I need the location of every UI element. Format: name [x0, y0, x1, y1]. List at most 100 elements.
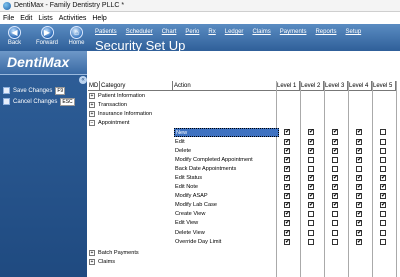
category-row[interactable]: + Insurance Information: [88, 110, 400, 119]
level3-checkbox[interactable]: ✔: [332, 174, 338, 181]
action-row[interactable]: Delete View ✔ ✔: [88, 229, 400, 238]
level2-checkbox[interactable]: [308, 156, 314, 163]
level5-checkbox[interactable]: ✔: [380, 202, 386, 209]
level1-checkbox[interactable]: ✔: [284, 193, 290, 200]
menu-help[interactable]: Help: [92, 15, 106, 22]
action-row[interactable]: New ✔ ✔ ✔ ✔: [88, 128, 400, 138]
level1-checkbox[interactable]: ✔: [284, 202, 290, 209]
level1-checkbox[interactable]: ✔: [284, 147, 290, 154]
category-row[interactable]: + Claims: [88, 258, 400, 267]
level2-checkbox[interactable]: ✔: [308, 147, 314, 154]
link-claims[interactable]: Claims: [252, 29, 270, 35]
level5-checkbox[interactable]: ✔: [380, 174, 386, 181]
level1-checkbox[interactable]: ✔: [284, 229, 290, 236]
link-reports[interactable]: Reports: [315, 29, 336, 35]
level2-checkbox[interactable]: [308, 211, 314, 218]
level3-checkbox[interactable]: ✔: [332, 202, 338, 209]
level4-checkbox[interactable]: ✔: [356, 156, 362, 163]
level5-checkbox[interactable]: [380, 129, 386, 136]
level1-checkbox[interactable]: ✔: [284, 156, 290, 163]
menu-lists[interactable]: Lists: [38, 15, 52, 22]
link-setup[interactable]: Setup: [345, 29, 361, 35]
action-row[interactable]: Edit Status ✔ ✔ ✔ ✔ ✔: [88, 174, 400, 183]
level3-checkbox[interactable]: [332, 220, 338, 227]
back-button[interactable]: ◀ Back: [1, 25, 28, 50]
level5-checkbox[interactable]: [380, 147, 386, 154]
level4-checkbox[interactable]: ✔: [356, 129, 362, 136]
level5-checkbox[interactable]: ✔: [380, 184, 386, 190]
level3-checkbox[interactable]: [332, 165, 338, 172]
level2-checkbox[interactable]: ✔: [308, 138, 314, 145]
level4-checkbox[interactable]: ✔: [356, 220, 362, 227]
level3-checkbox[interactable]: [332, 238, 338, 245]
link-scheduler[interactable]: Scheduler: [126, 29, 153, 35]
level5-checkbox[interactable]: [380, 229, 386, 236]
link-patients[interactable]: Patients: [95, 29, 117, 35]
level4-checkbox[interactable]: ✔: [356, 238, 362, 245]
level1-checkbox[interactable]: ✔: [284, 238, 290, 245]
menu-edit[interactable]: Edit: [20, 15, 32, 22]
link-perio[interactable]: Perio: [185, 29, 199, 35]
expand-icon[interactable]: +: [89, 102, 95, 109]
menu-activities[interactable]: Activities: [59, 15, 87, 22]
level1-checkbox[interactable]: ✔: [284, 138, 290, 145]
collapse-sidebar-icon[interactable]: «: [79, 76, 87, 84]
action-row[interactable]: Modify ASAP ✔ ✔ ✔ ✔ ✔: [88, 192, 400, 201]
category-row[interactable]: + Patient Information: [88, 92, 400, 101]
level4-checkbox[interactable]: ✔: [356, 211, 362, 218]
level2-checkbox[interactable]: [308, 238, 314, 245]
level2-checkbox[interactable]: ✔: [308, 184, 314, 190]
level3-checkbox[interactable]: [332, 211, 338, 218]
level4-checkbox[interactable]: ✔: [356, 147, 362, 154]
menu-file[interactable]: File: [3, 15, 14, 22]
action-row[interactable]: Back Date Appointments ✔: [88, 165, 400, 174]
action-row[interactable]: Override Day Limit ✔ ✔: [88, 238, 400, 247]
level4-checkbox[interactable]: ✔: [356, 229, 362, 236]
action-row[interactable]: Edit ✔ ✔ ✔ ✔: [88, 138, 400, 147]
level5-checkbox[interactable]: [380, 238, 386, 245]
level2-checkbox[interactable]: [308, 220, 314, 227]
home-button[interactable]: ⌂ Home: [63, 25, 90, 50]
level5-checkbox[interactable]: [380, 138, 386, 145]
level1-checkbox[interactable]: ✔: [284, 220, 290, 227]
category-row[interactable]: + Transaction: [88, 101, 400, 110]
level5-checkbox[interactable]: [380, 165, 386, 172]
action-row[interactable]: Modify Completed Appointment ✔ ✔: [88, 156, 400, 165]
action-row[interactable]: Delete ✔ ✔ ✔ ✔: [88, 147, 400, 156]
level5-checkbox[interactable]: [380, 211, 386, 218]
level1-checkbox[interactable]: ✔: [284, 165, 290, 172]
level1-checkbox[interactable]: ✔: [284, 174, 290, 181]
level5-checkbox[interactable]: ✔: [380, 193, 386, 200]
level4-checkbox[interactable]: ✔: [356, 184, 362, 190]
level1-checkbox[interactable]: ✔: [284, 129, 290, 136]
action-row[interactable]: Edit Note ✔ ✔ ✔ ✔ ✔: [88, 183, 400, 192]
level3-checkbox[interactable]: ✔: [332, 184, 338, 190]
level2-checkbox[interactable]: ✔: [308, 202, 314, 209]
level2-checkbox[interactable]: ✔: [308, 129, 314, 136]
link-chart[interactable]: Chart: [162, 29, 177, 35]
level2-checkbox[interactable]: [308, 229, 314, 236]
expand-icon[interactable]: +: [89, 258, 95, 265]
level2-checkbox[interactable]: [308, 165, 314, 172]
level3-checkbox[interactable]: ✔: [332, 193, 338, 200]
action-row[interactable]: Edit View ✔ ✔: [88, 219, 400, 228]
category-row[interactable]: + Batch Payments: [88, 249, 400, 258]
level4-checkbox[interactable]: ✔: [356, 174, 362, 181]
link-payments[interactable]: Payments: [280, 29, 307, 35]
collapse-icon[interactable]: −: [89, 120, 95, 127]
link-ledger[interactable]: Ledger: [225, 29, 244, 35]
level1-checkbox[interactable]: ✔: [284, 184, 290, 190]
expand-icon[interactable]: +: [89, 249, 95, 256]
level3-checkbox[interactable]: ✔: [332, 138, 338, 145]
action-row[interactable]: Create View ✔ ✔: [88, 210, 400, 219]
level3-checkbox[interactable]: ✔: [332, 129, 338, 136]
expand-icon[interactable]: +: [89, 111, 95, 118]
level3-checkbox[interactable]: [332, 156, 338, 163]
level5-checkbox[interactable]: [380, 156, 386, 163]
level2-checkbox[interactable]: ✔: [308, 174, 314, 181]
level3-checkbox[interactable]: [332, 229, 338, 236]
level4-checkbox[interactable]: ✔: [356, 193, 362, 200]
level2-checkbox[interactable]: ✔: [308, 193, 314, 200]
level3-checkbox[interactable]: ✔: [332, 147, 338, 154]
expand-icon[interactable]: +: [89, 93, 95, 99]
